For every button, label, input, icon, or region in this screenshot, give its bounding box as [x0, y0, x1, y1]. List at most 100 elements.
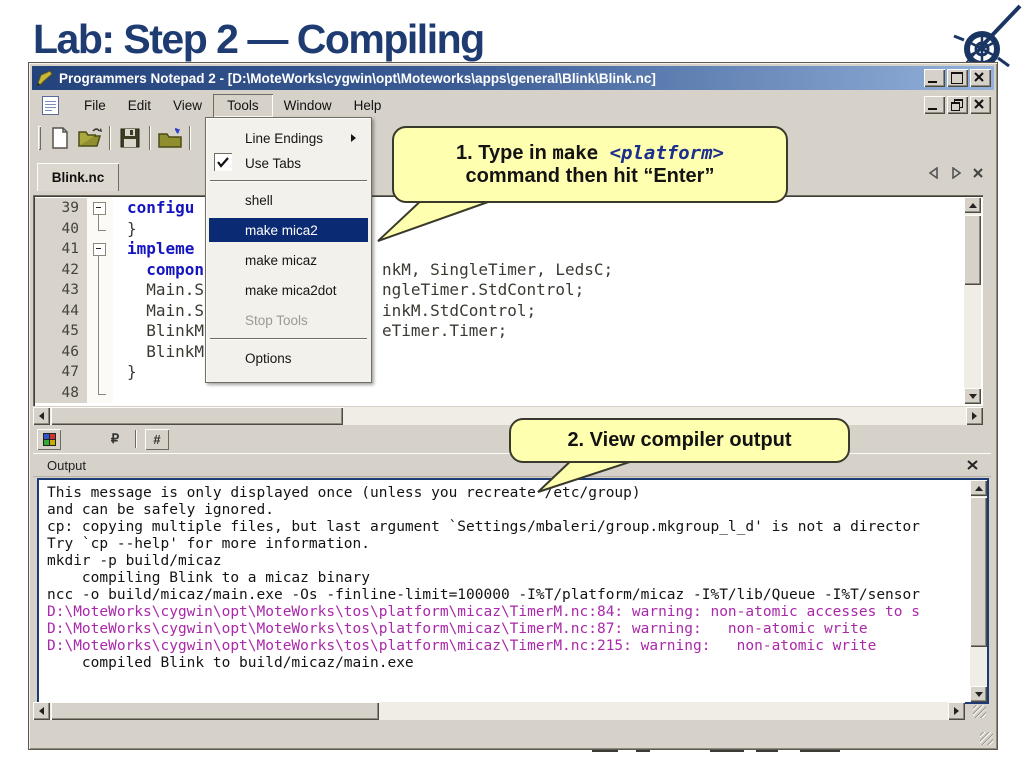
- callout-1-text: 1. Type in: [456, 141, 553, 164]
- callout-1-code: make: [552, 141, 610, 164]
- open-folder-icon: [77, 128, 102, 147]
- status-bar: [31, 722, 995, 747]
- mdi-minimize-button[interactable]: [924, 96, 945, 114]
- resize-grip[interactable]: [980, 732, 993, 745]
- menu-item-shell[interactable]: shell: [209, 188, 368, 212]
- fold-guide: [87, 218, 113, 239]
- scroll-up-button[interactable]: [964, 197, 981, 213]
- slide: Lab: Step 2 — Compiling Programmers Note…: [0, 0, 1024, 768]
- menu-item-label: make mica2: [245, 222, 318, 238]
- callout-1-line-1: 1. Type in make <platform>: [456, 142, 724, 165]
- menu-item-label: Options: [245, 350, 292, 366]
- mdi-restore-button[interactable]: [947, 96, 968, 114]
- save-button[interactable]: [115, 124, 145, 152]
- new-file-button[interactable]: [45, 124, 75, 152]
- toolbar-separator: [109, 126, 111, 150]
- output-horizontal-scrollbar[interactable]: [33, 702, 965, 720]
- tab-close-icon[interactable]: [972, 167, 984, 179]
- checkmark-icon: [214, 153, 232, 171]
- menu-items: File Edit View Tools Window Help: [73, 92, 392, 118]
- code-line: 45 BlinkM eTimer.Timer;: [35, 321, 964, 342]
- callout-2-text: 2. View compiler output: [567, 429, 792, 451]
- code-lines: 39 configu 40} 41 impleme 42 compon nkM, Singl…: [35, 198, 964, 404]
- resize-grip[interactable]: [973, 705, 986, 718]
- code-line: 40}: [35, 218, 964, 239]
- tab-scroll-left-icon[interactable]: [928, 167, 940, 179]
- output-close-icon[interactable]: [966, 459, 979, 471]
- scroll-left-button[interactable]: [33, 702, 50, 720]
- toolbar-separator: [189, 126, 191, 150]
- output-line: Try `cp --help' for more information.: [47, 536, 371, 552]
- line-number: 41: [35, 239, 87, 260]
- open-file-button[interactable]: [75, 124, 105, 152]
- scroll-right-button[interactable]: [966, 407, 983, 425]
- code-line: 41 impleme: [35, 239, 964, 260]
- line-number: 44: [35, 300, 87, 321]
- menu-item-make-mica2dot[interactable]: make mica2dot: [209, 278, 368, 302]
- menu-item-options[interactable]: Options: [209, 346, 368, 370]
- tools-menu: Line Endings Use Tabs shell make mica2 make …: [205, 117, 372, 383]
- output-line: compiled Blink to build/micaz/main.exe: [47, 655, 414, 671]
- scroll-left-button[interactable]: [33, 407, 50, 425]
- menu-item-line-endings[interactable]: Line Endings: [209, 126, 368, 150]
- minimize-button[interactable]: [924, 69, 945, 87]
- menu-edit[interactable]: Edit: [117, 94, 162, 117]
- line-numbers-button[interactable]: #: [145, 429, 169, 450]
- save-icon: [120, 128, 140, 148]
- output-vertical-scrollbar[interactable]: [970, 480, 987, 702]
- output-line: cp: copying multiple files, but last arg…: [47, 519, 920, 535]
- maximize-button[interactable]: [947, 69, 968, 87]
- fold-guide: [87, 300, 113, 321]
- menu-window[interactable]: Window: [273, 94, 343, 117]
- line-number: 46: [35, 341, 87, 362]
- menu-item-stop-tools: Stop Tools: [209, 308, 368, 332]
- code-line: 48: [35, 382, 964, 404]
- tab-blink-nc[interactable]: Blink.nc: [37, 163, 119, 191]
- close-folder-button[interactable]: [155, 124, 185, 152]
- output-lines: This message is only displayed once (unl…: [47, 485, 967, 700]
- scroll-up-button[interactable]: [970, 480, 987, 496]
- code-editor[interactable]: 39 configu 40} 41 impleme 42 compon nkM, Singl…: [33, 195, 983, 406]
- output-line: compiling Blink to a micaz binary: [47, 570, 371, 586]
- line-numbers-icon: #: [153, 431, 161, 447]
- menu-item-make-micaz[interactable]: make micaz: [209, 248, 368, 272]
- close-button[interactable]: [970, 69, 991, 87]
- document-icon[interactable]: [42, 95, 59, 115]
- menu-separator: [210, 338, 367, 340]
- fold-toggle-icon[interactable]: [87, 198, 113, 219]
- toolbar-grip[interactable]: [38, 126, 41, 150]
- line-number: 40: [35, 218, 87, 239]
- output-panel[interactable]: This message is only displayed once (unl…: [37, 478, 989, 704]
- view-grid-button[interactable]: [37, 429, 61, 450]
- scroll-right-button[interactable]: [948, 702, 965, 720]
- fold-guide: [87, 382, 113, 403]
- callout-step-2: 2. View compiler output: [509, 418, 850, 463]
- close-icon: [974, 99, 984, 109]
- scroll-thumb[interactable]: [970, 497, 987, 647]
- scroll-thumb[interactable]: [964, 215, 981, 285]
- menu-view[interactable]: View: [162, 94, 213, 117]
- tab-scroll-right-icon[interactable]: [950, 167, 962, 179]
- page-title: Lab: Step 2 — Compiling: [33, 16, 485, 62]
- menu-file[interactable]: File: [73, 94, 117, 117]
- menu-item-make-mica2[interactable]: make mica2: [209, 218, 368, 242]
- scroll-down-button[interactable]: [970, 686, 987, 702]
- output-warning-line: D:\MoteWorks\cygwin\opt\MoteWorks\tos\pl…: [47, 638, 877, 654]
- menu-tools[interactable]: Tools: [213, 94, 273, 117]
- menu-help[interactable]: Help: [343, 94, 393, 117]
- scroll-thumb[interactable]: [51, 407, 343, 425]
- output-line: mkdir -p build/micaz: [47, 553, 222, 569]
- fold-toggle-icon[interactable]: [87, 239, 113, 260]
- menu-separator: [210, 180, 367, 182]
- window-titlebar[interactable]: Programmers Notepad 2 - [D:\MoteWorks\cy…: [32, 66, 994, 90]
- mdi-close-button[interactable]: [970, 96, 991, 114]
- scroll-thumb[interactable]: [51, 702, 379, 720]
- word-wrap-button[interactable]: ₽: [103, 429, 127, 450]
- menu-item-label: shell: [245, 192, 273, 208]
- menu-item-use-tabs[interactable]: Use Tabs: [209, 151, 368, 175]
- scroll-down-button[interactable]: [964, 388, 981, 404]
- minibar-separator: [135, 430, 137, 448]
- editor-vertical-scrollbar[interactable]: [964, 197, 981, 404]
- toolbar-separator: [149, 126, 151, 150]
